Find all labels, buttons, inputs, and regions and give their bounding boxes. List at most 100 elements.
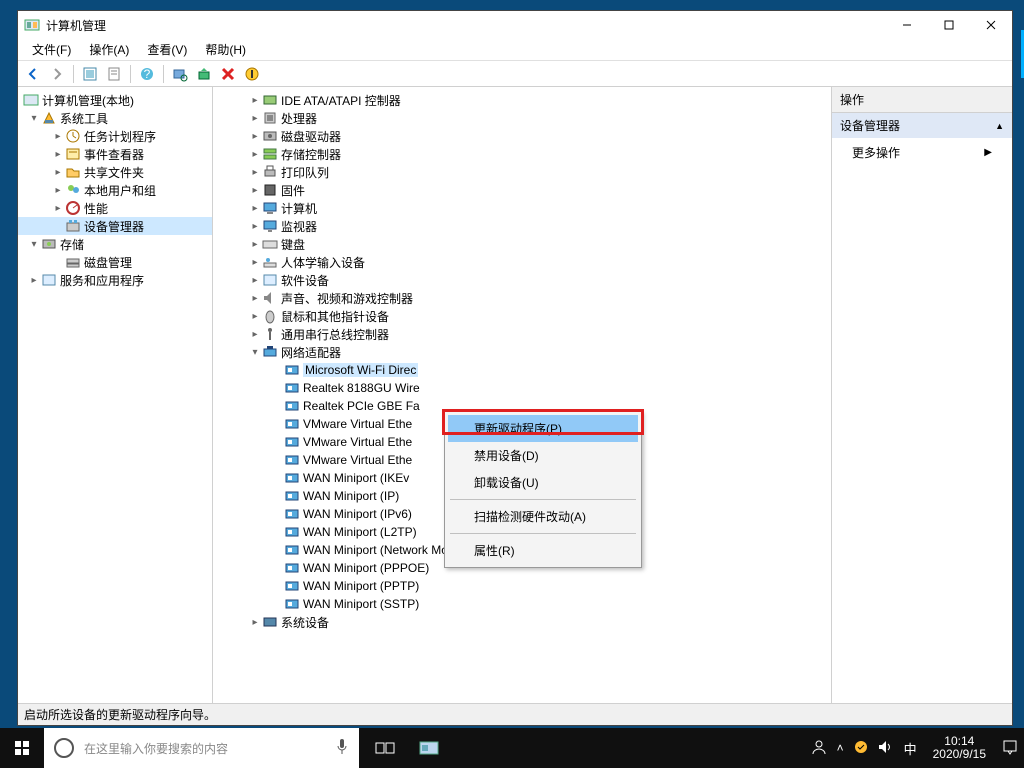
device-net-14[interactable]: ▾网络适配器 — [213, 343, 831, 361]
up-button[interactable] — [79, 63, 101, 85]
twisty-icon[interactable]: ▸ — [249, 95, 261, 106]
close-button[interactable] — [970, 11, 1012, 39]
menu-file[interactable]: 文件(F) — [24, 39, 79, 60]
device-cpu-1[interactable]: ▸处理器 — [213, 109, 831, 127]
tree-system-tools[interactable]: ▾ 系统工具 — [18, 109, 212, 127]
context-item-6[interactable]: 属性(R) — [448, 537, 638, 564]
device-software-10[interactable]: ▸软件设备 — [213, 271, 831, 289]
tree-services-apps[interactable]: ▸ 服务和应用程序 — [18, 271, 212, 289]
tree-storage[interactable]: ▾ 存储 — [18, 235, 212, 253]
tree-performance[interactable]: ▸性能 — [18, 199, 212, 217]
tray-clock[interactable]: 10:14 2020/9/15 — [927, 735, 992, 761]
device-computer-6[interactable]: ▸ 计算机 — [213, 199, 831, 217]
context-item-1[interactable]: 禁用设备(D) — [448, 442, 638, 469]
device-nic-15[interactable]: Microsoft Wi-Fi Direc — [213, 361, 831, 379]
device-label: WAN Miniport (PPTP) — [303, 579, 419, 593]
context-item-4[interactable]: 扫描检测硬件改动(A) — [448, 503, 638, 530]
menu-view[interactable]: 查看(V) — [139, 39, 195, 60]
tray-volume-icon[interactable] — [878, 740, 894, 757]
twisty-icon[interactable]: ▸ — [249, 257, 261, 268]
device-label: Realtek 8188GU Wire — [303, 381, 420, 395]
taskbar: 在这里输入你要搜索的内容 ˄ 中 10:14 2020/9/15 — [0, 728, 1024, 768]
twisty-icon[interactable]: ▸ — [249, 167, 261, 178]
device-tree[interactable]: ▸IDE ATA/ATAPI 控制器▸处理器▸磁盘驱动器▸存储控制器▸打印队列▸… — [213, 87, 832, 703]
menu-action[interactable]: 操作(A) — [81, 39, 137, 60]
task-view-button[interactable] — [363, 728, 407, 768]
twisty-icon[interactable]: ▸ — [249, 293, 261, 304]
device-storage-3[interactable]: ▸存储控制器 — [213, 145, 831, 163]
taskbar-search[interactable]: 在这里输入你要搜索的内容 — [44, 728, 359, 768]
device-label: 系统设备 — [281, 614, 329, 631]
tray-people-icon[interactable] — [811, 739, 827, 758]
actions-header: 操作 — [832, 87, 1012, 113]
device-nic-27[interactable]: WAN Miniport (PPTP) — [213, 577, 831, 595]
twisty-icon[interactable]: ▸ — [249, 275, 261, 286]
minimize-button[interactable] — [886, 11, 928, 39]
forward-button[interactable] — [46, 63, 68, 85]
tree-local-users[interactable]: ▸本地用户和组 — [18, 181, 212, 199]
twisty-icon[interactable]: ▸ — [249, 185, 261, 196]
maximize-button[interactable] — [928, 11, 970, 39]
twisty-icon[interactable]: ▸ — [249, 113, 261, 124]
sys-icon — [262, 614, 278, 630]
update-driver-button[interactable] — [193, 63, 215, 85]
device-audio-11[interactable]: ▸声音、视频和游戏控制器 — [213, 289, 831, 307]
disable-device-button[interactable] — [241, 63, 263, 85]
tray-notifications-icon[interactable] — [1002, 739, 1018, 758]
device-disk-2[interactable]: ▸磁盘驱动器 — [213, 127, 831, 145]
context-item-0[interactable]: 更新驱动程序(P) — [448, 415, 638, 442]
tree-task-scheduler[interactable]: ▸任务计划程序 — [18, 127, 212, 145]
system-tray: ˄ 中 10:14 2020/9/15 — [811, 728, 1024, 768]
tree-device-manager[interactable]: 设备管理器 — [18, 217, 212, 235]
tree-event-viewer[interactable]: ▸事件查看器 — [18, 145, 212, 163]
taskbar-app-mmc[interactable] — [407, 728, 451, 768]
device-printer-4[interactable]: ▸ 打印队列 — [213, 163, 831, 181]
twisty-icon[interactable]: ▸ — [249, 131, 261, 142]
context-item-2[interactable]: 卸载设备(U) — [448, 469, 638, 496]
tree-root[interactable]: 计算机管理(本地) — [18, 91, 212, 109]
back-button[interactable] — [22, 63, 44, 85]
twisty-icon[interactable]: ▸ — [249, 149, 261, 160]
tray-security-icon[interactable] — [854, 740, 868, 757]
twisty-icon[interactable]: ▸ — [249, 311, 261, 322]
device-label: 计算机 — [281, 200, 317, 217]
tree-disk-mgmt[interactable]: 磁盘管理 — [18, 253, 212, 271]
twisty-icon[interactable]: ▸ — [249, 329, 261, 340]
twisty-icon[interactable]: ▾ — [249, 347, 261, 358]
net-icon — [262, 344, 278, 360]
device-ide-0[interactable]: ▸IDE ATA/ATAPI 控制器 — [213, 91, 831, 109]
ide-icon — [262, 92, 278, 108]
device-label: 打印队列 — [281, 164, 329, 181]
twisty-icon[interactable]: ▸ — [249, 221, 261, 232]
device-firmware-5[interactable]: ▸ 固件 — [213, 181, 831, 199]
device-keyboard-8[interactable]: ▸键盘 — [213, 235, 831, 253]
firmware-icon — [262, 182, 278, 198]
device-monitor-7[interactable]: ▸监视器 — [213, 217, 831, 235]
computer-icon — [262, 200, 278, 216]
uninstall-device-button[interactable] — [217, 63, 239, 85]
device-nic-28[interactable]: WAN Miniport (SSTP) — [213, 595, 831, 613]
tray-ime-indicator[interactable]: 中 — [904, 739, 917, 758]
nic-icon — [284, 416, 300, 432]
twisty-icon[interactable]: ▸ — [249, 617, 261, 628]
titlebar: 计算机管理 — [18, 11, 1012, 39]
device-usb-13[interactable]: ▸通用串行总线控制器 — [213, 325, 831, 343]
device-mouse-12[interactable]: ▸鼠标和其他指针设备 — [213, 307, 831, 325]
actions-more[interactable]: 更多操作 ▶ — [832, 138, 1012, 167]
device-hid-9[interactable]: ▸人体学输入设备 — [213, 253, 831, 271]
properties-button[interactable] — [103, 63, 125, 85]
device-label: 固件 — [281, 182, 305, 199]
twisty-icon[interactable]: ▸ — [249, 239, 261, 250]
twisty-icon[interactable]: ▸ — [249, 203, 261, 214]
device-nic-16[interactable]: Realtek 8188GU Wire — [213, 379, 831, 397]
console-tree[interactable]: 计算机管理(本地) ▾ 系统工具 ▸任务计划程序 ▸事件查看器 ▸共享文件夹 ▸… — [18, 87, 213, 703]
tree-shared-folders[interactable]: ▸共享文件夹 — [18, 163, 212, 181]
start-button[interactable] — [0, 728, 44, 768]
device-sys-29[interactable]: ▸ 系统设备 — [213, 613, 831, 631]
tray-chevron-up-icon[interactable]: ˄ — [837, 741, 844, 755]
menu-help[interactable]: 帮助(H) — [197, 39, 254, 60]
scan-hardware-button[interactable] — [169, 63, 191, 85]
mic-icon[interactable] — [335, 738, 359, 759]
help-button[interactable]: ? — [136, 63, 158, 85]
actions-section[interactable]: 设备管理器 ▲ — [832, 113, 1012, 138]
